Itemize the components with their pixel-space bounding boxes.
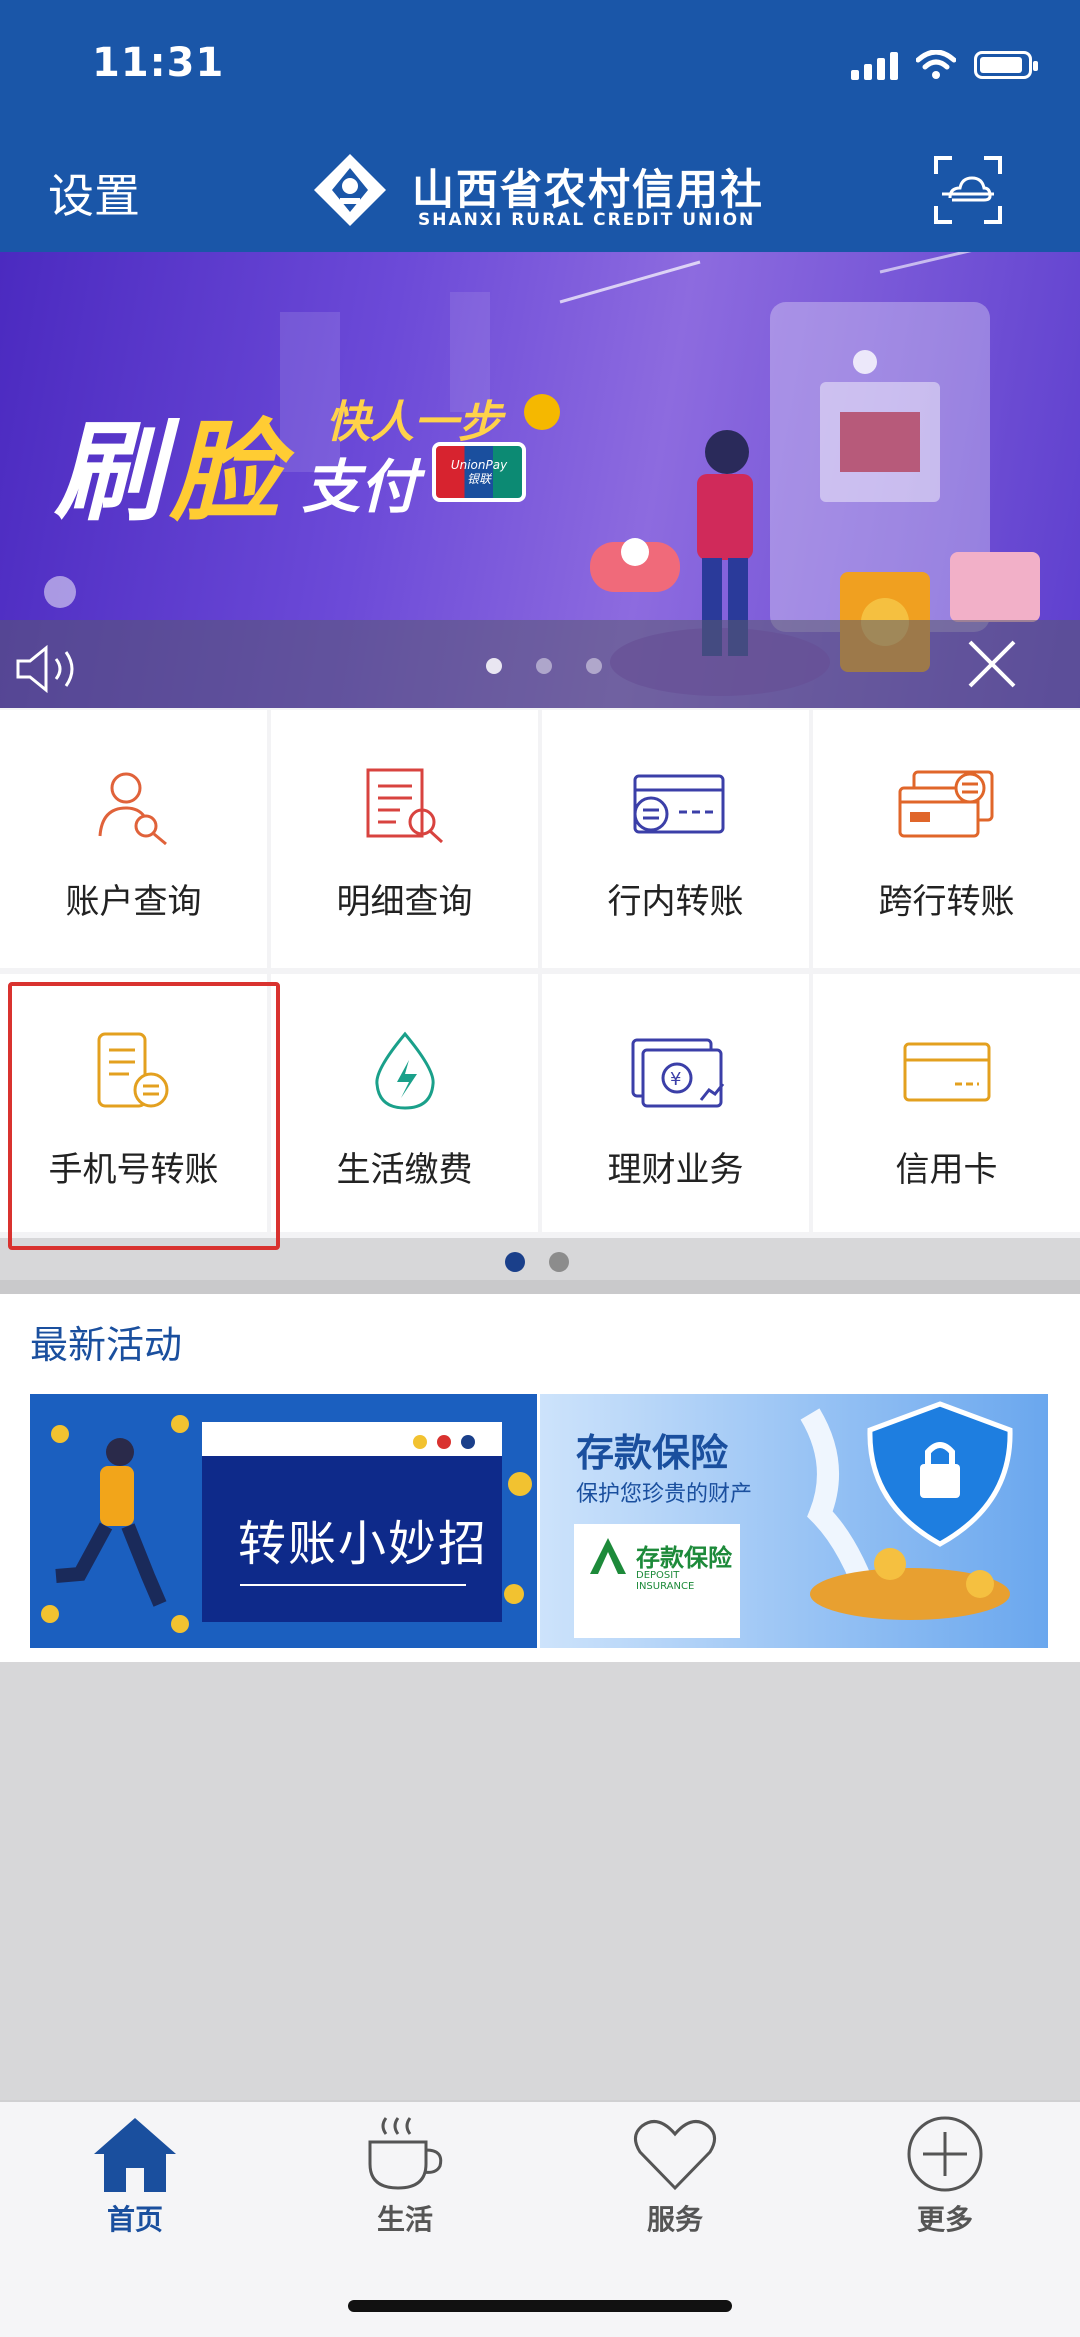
grid-item-wealth-management[interactable]: ¥ 理财业务 xyxy=(542,974,809,1232)
grid-item-intra-bank-transfer[interactable]: 行内转账 xyxy=(542,710,809,968)
promo-banner[interactable]: 刷脸 快人一步 支付 UnionPay 银联 xyxy=(0,252,1080,708)
home-indicator[interactable] xyxy=(348,2300,732,2312)
grid-item-utility-payment[interactable]: 生活缴费 xyxy=(271,974,538,1232)
tab-label: 生活 xyxy=(376,2203,433,2236)
section-title: 最新活动 xyxy=(30,1323,183,1367)
plus-circle-icon xyxy=(907,2116,983,2192)
heart-icon xyxy=(634,2120,716,2191)
highlight-box xyxy=(8,982,280,1250)
bank-logo-icon xyxy=(314,154,386,226)
grid-dot xyxy=(505,1252,525,1272)
coffee-cup-icon xyxy=(368,2117,443,2190)
status-icons xyxy=(851,50,1038,80)
section-divider xyxy=(0,1280,1080,1294)
inter-bank-transfer-icon xyxy=(898,770,993,838)
grid-page-indicator xyxy=(505,1252,569,1272)
tab-label: 更多 xyxy=(916,2203,973,2236)
grid-item-detail-query[interactable]: 明细查询 xyxy=(271,710,538,968)
app-header: 11:31 设置 山西省农村信用社 SHANXI RURAL CREDIT UN… xyxy=(0,0,1080,252)
grid-item-inter-bank-transfer[interactable]: 跨行转账 xyxy=(813,710,1080,968)
grid-dot xyxy=(549,1252,569,1272)
tab-home[interactable]: 首页 xyxy=(0,2102,270,2262)
card-title: 转账小妙招 xyxy=(238,1516,489,1572)
card-subtitle: 保护您珍贵的财产 xyxy=(576,1482,753,1507)
face-scan-icon[interactable] xyxy=(932,154,1004,226)
deposit-insurance-logo-icon xyxy=(590,1538,626,1574)
close-icon[interactable] xyxy=(964,636,1020,692)
wealth-management-icon: ¥ xyxy=(631,1038,724,1108)
banner-dot xyxy=(486,658,502,674)
home-icon xyxy=(94,2118,176,2192)
utility-payment-icon xyxy=(374,1031,435,1110)
grid-item-account-query[interactable]: 账户查询 xyxy=(0,710,267,968)
tab-label: 服务 xyxy=(646,2203,703,2236)
unionpay-logo: UnionPay 银联 xyxy=(432,442,526,502)
tab-more[interactable]: 更多 xyxy=(810,2102,1080,2262)
banner-subtitle-2: 支付 xyxy=(302,453,419,521)
tab-service[interactable]: 服务 xyxy=(540,2102,810,2262)
grid-item-credit-card[interactable]: 信用卡 xyxy=(813,974,1080,1232)
window-dots-icon xyxy=(413,1435,475,1449)
grid-item-label: 信用卡 xyxy=(895,1150,998,1190)
grid-item-label: 账户查询 xyxy=(65,882,202,922)
credit-card-icon xyxy=(903,1042,990,1102)
speaker-icon[interactable] xyxy=(14,644,90,694)
banner-dot xyxy=(586,658,602,674)
grid-item-label: 行内转账 xyxy=(607,882,744,922)
bank-name-en: SHANXI RURAL CREDIT UNION xyxy=(418,210,756,230)
cellular-signal-icon xyxy=(851,50,898,80)
latest-activities-section: 最新活动 转账小妙招 存款保险 保护您珍贵的财产 存款保险 DEPOSIT IN… xyxy=(0,1294,1080,1662)
card-underline xyxy=(240,1584,466,1586)
battery-icon xyxy=(974,51,1038,79)
banner-page-indicator xyxy=(486,658,602,674)
grid-item-label: 理财业务 xyxy=(607,1150,744,1190)
tab-label: 首页 xyxy=(106,2203,163,2236)
activity-card-deposit-insurance[interactable]: 存款保险 保护您珍贵的财产 存款保险 DEPOSIT INSURANCE xyxy=(540,1394,1048,1648)
coins-illustration xyxy=(504,1472,532,1604)
deposit-insurance-badge: 存款保险 DEPOSIT INSURANCE xyxy=(574,1524,740,1638)
shield-lock-icon xyxy=(800,1401,1013,1620)
tab-life[interactable]: 生活 xyxy=(270,2102,540,2262)
grid-item-label: 跨行转账 xyxy=(878,882,1015,922)
grid-item-label: 明细查询 xyxy=(336,882,473,922)
svg-text:¥: ¥ xyxy=(670,1069,681,1090)
runner-illustration xyxy=(41,1415,189,1633)
bank-name-cn: 山西省农村信用社 xyxy=(412,165,765,214)
grid-item-label: 生活缴费 xyxy=(336,1150,473,1190)
wifi-icon xyxy=(916,50,956,79)
settings-button[interactable]: 设置 xyxy=(48,160,140,226)
account-query-icon xyxy=(98,772,167,846)
activity-card-transfer-tips[interactable]: 转账小妙招 xyxy=(30,1394,537,1648)
card-title: 存款保险 xyxy=(576,1431,729,1475)
intra-bank-transfer-icon xyxy=(633,774,724,834)
banner-dot xyxy=(536,658,552,674)
detail-query-icon xyxy=(366,768,443,844)
banner-title: 刷脸 xyxy=(54,408,286,536)
status-time: 11:31 xyxy=(92,40,225,86)
